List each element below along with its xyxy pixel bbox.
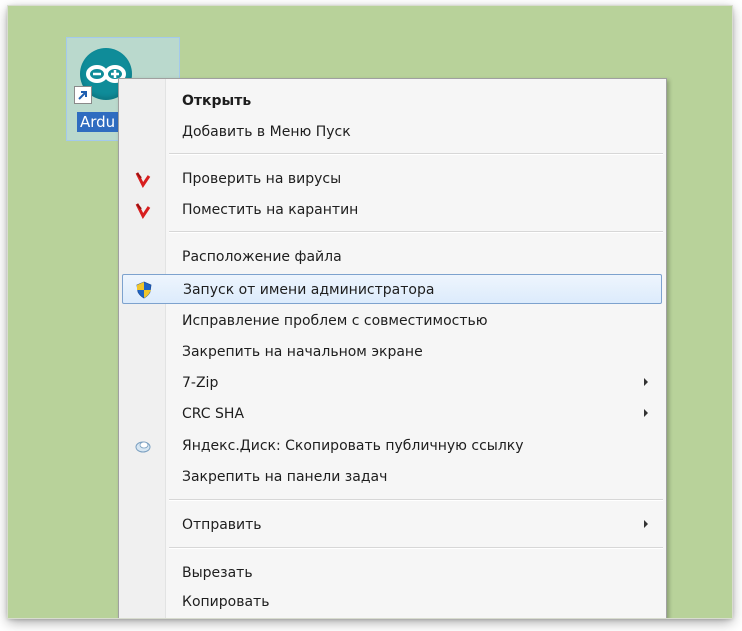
menu-item-add-to-start-menu[interactable]: Добавить в Меню Пуск bbox=[122, 117, 662, 147]
menu-item-label: Проверить на вирусы bbox=[182, 171, 342, 187]
menu-item-label: Отправить bbox=[182, 517, 262, 533]
menu-item-label: Закрепить на панели задач bbox=[182, 469, 388, 485]
kaspersky-icon bbox=[134, 201, 152, 219]
menu-item-label: Вырезать bbox=[182, 565, 253, 581]
menu-item-open[interactable]: Открыть bbox=[122, 86, 662, 116]
menu-item-compatibility-troubleshoot[interactable]: Исправление проблем с совместимостью bbox=[122, 306, 662, 336]
submenu-arrow-icon bbox=[644, 378, 648, 386]
menu-item-label: 7-Zip bbox=[182, 375, 219, 391]
menu-item-file-location[interactable]: Расположение файла bbox=[122, 242, 662, 272]
yandex-disk-icon bbox=[134, 437, 152, 455]
menu-item-label: CRC SHA bbox=[182, 406, 245, 422]
menu-item-label: Яндекс.Диск: Скопировать публичную ссылк… bbox=[182, 438, 524, 454]
menu-item-quarantine[interactable]: Поместить на карантин bbox=[122, 195, 662, 225]
menu-item-pin-to-start[interactable]: Закрепить на начальном экране bbox=[122, 337, 662, 367]
menu-item-yandex-disk-copy-link[interactable]: Яндекс.Диск: Скопировать публичную ссылк… bbox=[122, 431, 662, 461]
shortcut-arrow-icon bbox=[74, 86, 92, 104]
submenu-arrow-icon bbox=[644, 520, 648, 528]
menu-item-label: Расположение файла bbox=[182, 249, 342, 265]
kaspersky-icon bbox=[134, 170, 152, 188]
menu-item-label: Копировать bbox=[182, 594, 270, 610]
menu-separator bbox=[169, 231, 663, 233]
menu-item-copy[interactable]: Копировать bbox=[122, 587, 662, 617]
context-menu: Открыть Добавить в Меню Пуск Проверить н… bbox=[118, 78, 667, 618]
menu-item-label: Исправление проблем с совместимостью bbox=[182, 313, 488, 329]
uac-shield-icon bbox=[135, 281, 153, 299]
menu-item-label: Открыть bbox=[182, 93, 252, 109]
menu-item-cut[interactable]: Вырезать bbox=[122, 558, 662, 588]
screenshot-frame: Ardu Открыть Добавить в Меню Пуск Провер… bbox=[8, 6, 732, 618]
menu-item-pin-to-taskbar[interactable]: Закрепить на панели задач bbox=[122, 462, 662, 492]
menu-item-label: Закрепить на начальном экране bbox=[182, 344, 423, 360]
menu-separator bbox=[169, 153, 663, 155]
menu-item-7zip[interactable]: 7-Zip bbox=[122, 368, 662, 398]
menu-item-label: Добавить в Меню Пуск bbox=[182, 124, 351, 140]
menu-separator bbox=[169, 499, 663, 501]
menu-item-label: Запуск от имени администратора bbox=[183, 282, 435, 298]
menu-separator bbox=[169, 547, 663, 549]
menu-item-send-to[interactable]: Отправить bbox=[122, 510, 662, 540]
menu-item-label: Поместить на карантин bbox=[182, 202, 359, 218]
menu-item-scan-viruses[interactable]: Проверить на вирусы bbox=[122, 164, 662, 194]
menu-item-crc-sha[interactable]: CRC SHA bbox=[122, 399, 662, 429]
submenu-arrow-icon bbox=[644, 409, 648, 417]
menu-item-run-as-admin[interactable]: Запуск от имени администратора bbox=[122, 274, 662, 304]
